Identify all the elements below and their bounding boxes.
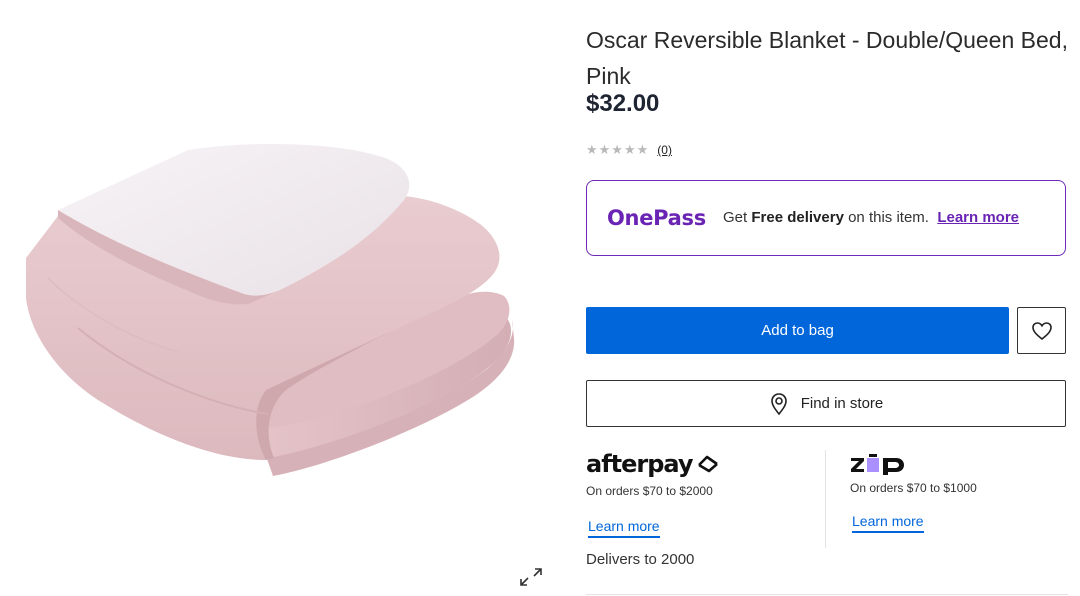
review-count-link[interactable]: (0) bbox=[657, 143, 672, 157]
onepass-text-suffix: on this item. bbox=[843, 209, 929, 226]
location-pin-icon bbox=[770, 392, 787, 415]
onepass-learn-more-link[interactable]: Learn more bbox=[937, 209, 1019, 226]
expand-arrows-icon[interactable] bbox=[518, 566, 544, 588]
delivery-postcode: Delivers to 2000 bbox=[586, 551, 695, 568]
section-divider bbox=[586, 594, 1068, 595]
afterpay-logo: afterpay bbox=[586, 450, 824, 478]
onepass-text-bold: Free delivery bbox=[751, 209, 844, 226]
onepass-text-prefix: Get bbox=[723, 209, 752, 226]
add-to-bag-button[interactable]: Add to bag bbox=[586, 307, 1009, 354]
rating-stars-icon: ★★★★★ bbox=[586, 142, 650, 157]
afterpay-wordmark: afterpay bbox=[586, 450, 694, 478]
product-title: Oscar Reversible Blanket - Double/Queen … bbox=[586, 27, 1068, 89]
zip-range: On orders $70 to $1000 bbox=[850, 481, 977, 495]
product-gallery bbox=[0, 0, 560, 596]
wishlist-button[interactable] bbox=[1017, 307, 1066, 354]
product-price: $32.00 bbox=[586, 90, 660, 117]
product-image bbox=[26, 144, 515, 476]
onepass-logo: OnePass bbox=[607, 206, 706, 230]
afterpay-section: afterpay On orders $70 to $2000 Learn mo… bbox=[586, 450, 824, 538]
afterpay-range: On orders $70 to $2000 bbox=[586, 484, 713, 498]
afterpay-arrows-icon bbox=[697, 455, 718, 473]
zip-logo-icon bbox=[851, 454, 904, 475]
zip-section: On orders $70 to $1000 Learn more bbox=[850, 450, 1068, 533]
onepass-banner: OnePass Get Free delivery on this item. … bbox=[586, 180, 1066, 256]
find-in-store-label: Find in store bbox=[800, 395, 884, 412]
heart-icon bbox=[1031, 321, 1052, 340]
zip-logo bbox=[850, 450, 1068, 478]
zip-learn-more-link[interactable]: Learn more bbox=[852, 513, 924, 533]
payment-divider bbox=[825, 450, 826, 548]
product-rating: ★★★★★ (0) bbox=[586, 142, 672, 158]
onepass-message: Get Free delivery on this item. Learn mo… bbox=[723, 209, 1043, 227]
find-in-store-button[interactable]: Find in store bbox=[586, 380, 1066, 427]
afterpay-learn-more-link[interactable]: Learn more bbox=[588, 518, 660, 538]
